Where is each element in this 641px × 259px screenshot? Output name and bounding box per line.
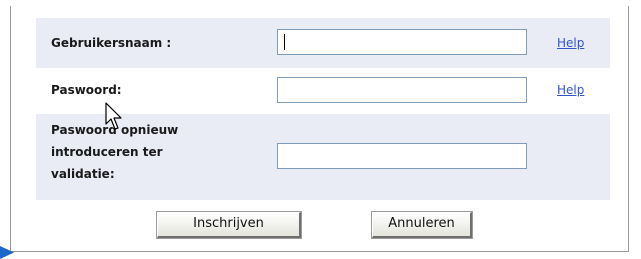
password-help-link[interactable]: Help — [557, 82, 584, 98]
password-confirm-label: Paswoord opnieuw introduceren ter valida… — [51, 123, 179, 181]
username-help-link[interactable]: Help — [557, 35, 584, 51]
mouse-pointer-icon — [105, 102, 122, 130]
text-caret — [284, 34, 285, 50]
password-field[interactable] — [277, 77, 527, 103]
play-arrow-icon — [0, 246, 14, 259]
cancel-button[interactable]: Annuleren — [371, 211, 473, 239]
registration-page: Gebruikersnaam : Help Paswoord: Help Pas… — [0, 0, 641, 259]
username-field[interactable] — [277, 29, 527, 55]
frame-top-mask — [0, 0, 641, 6]
username-label: Gebruikersnaam : — [51, 36, 172, 50]
signup-button[interactable]: Inschrijven — [156, 211, 302, 239]
password-confirm-field[interactable] — [277, 143, 527, 169]
password-label: Paswoord: — [51, 83, 122, 97]
username-row: Gebruikersnaam : Help — [36, 18, 610, 68]
